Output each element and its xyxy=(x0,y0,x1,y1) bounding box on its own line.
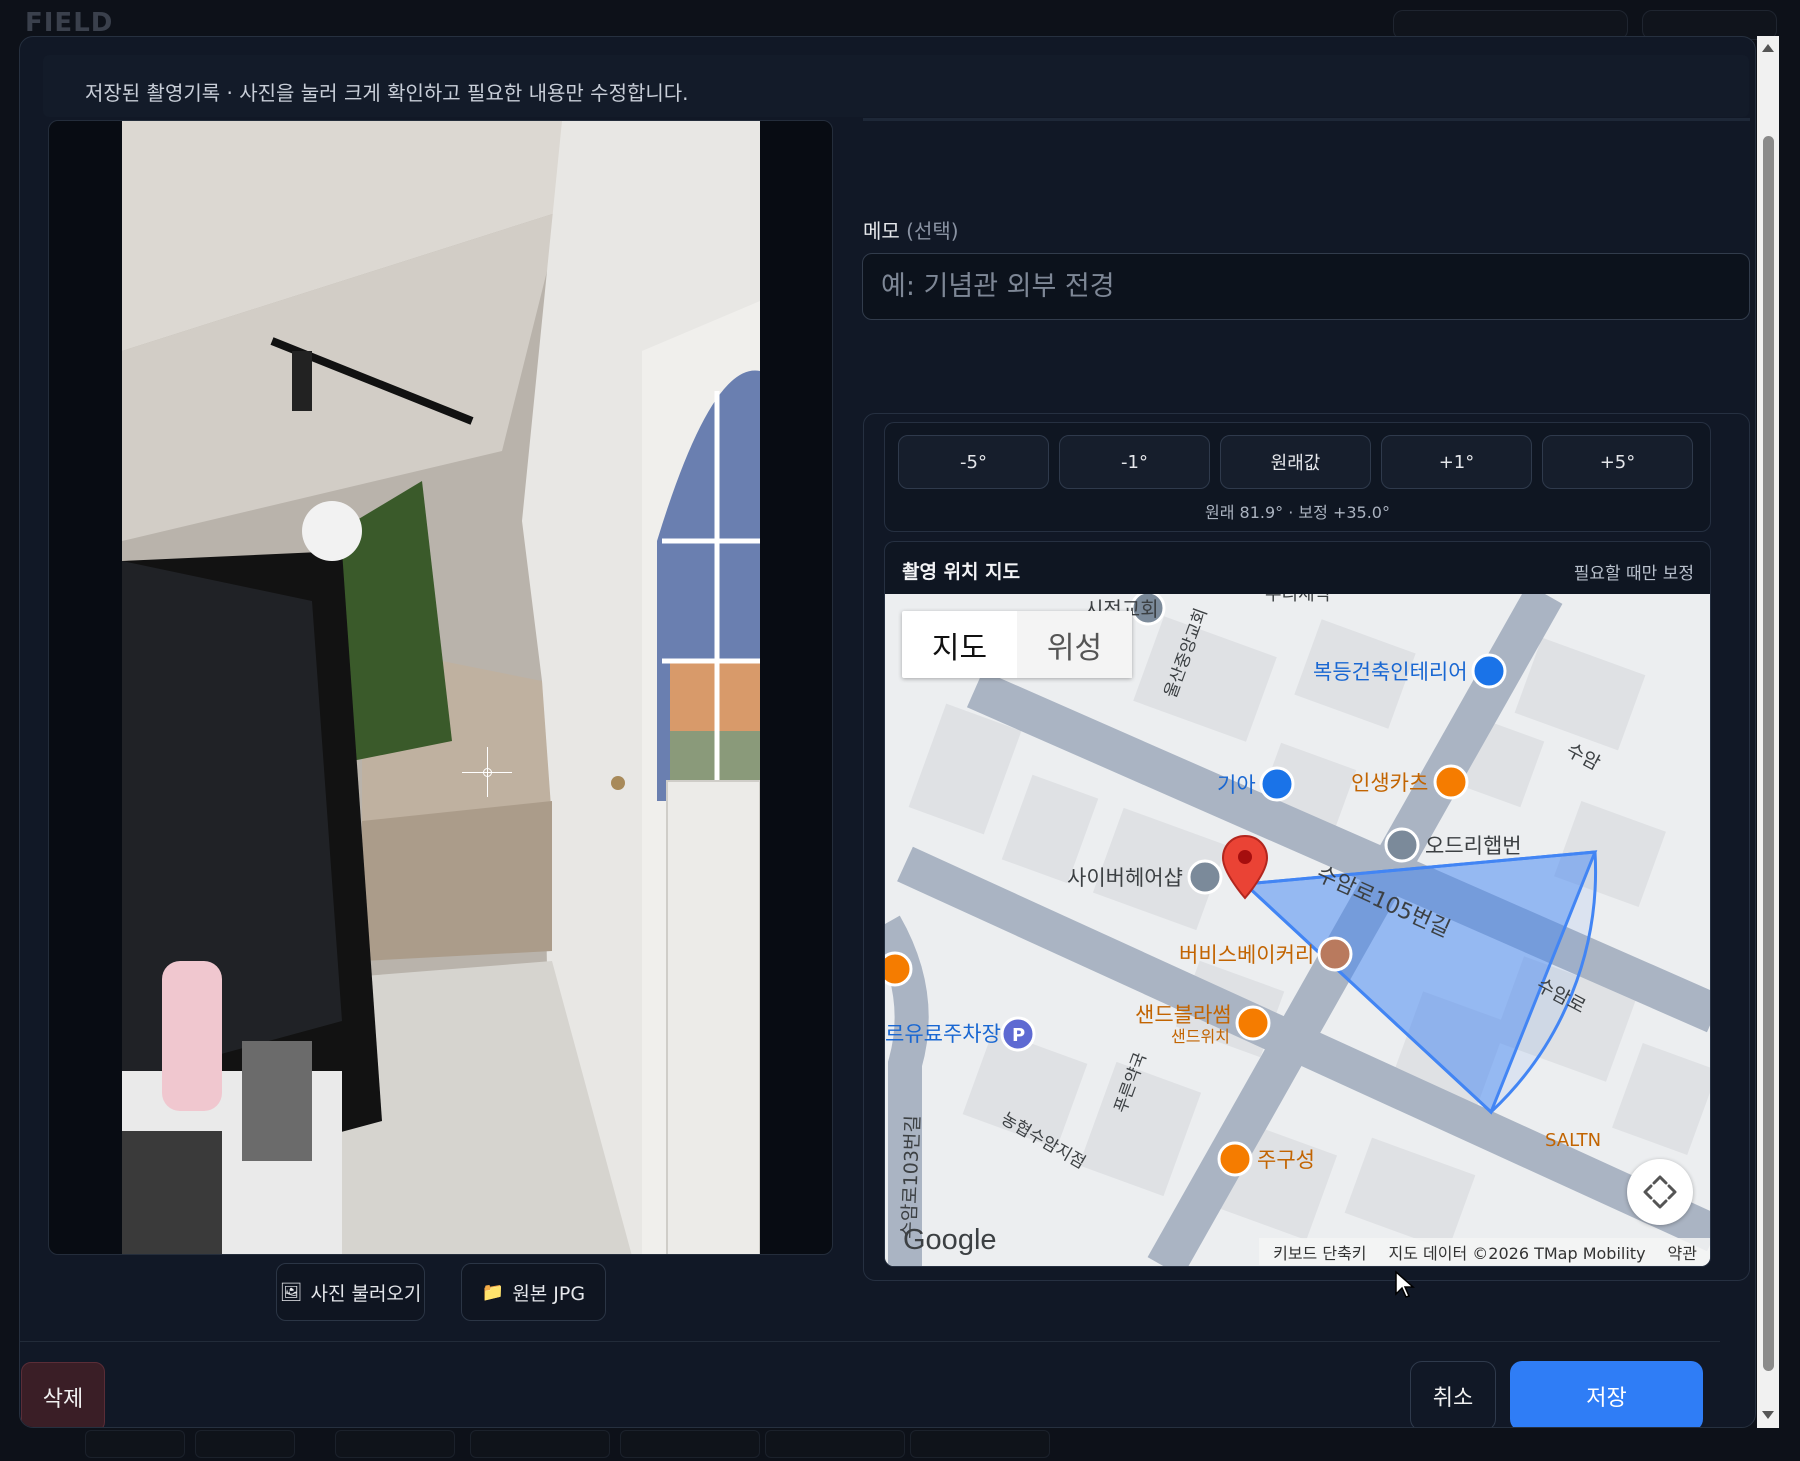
fullscreen-icon xyxy=(1643,1175,1677,1209)
map-tab-satellite[interactable]: 위성 xyxy=(1017,611,1132,678)
folder-icon: 📁 xyxy=(481,1281,505,1303)
memo-label-text: 메모 xyxy=(863,219,900,243)
map-label-bakery: 버비스베이커리 xyxy=(1179,943,1314,967)
map-data-text: 지도 데이터 ©2026 TMap Mobility xyxy=(1388,1243,1646,1263)
background-footer-item xyxy=(85,1430,185,1458)
background-footer-item xyxy=(335,1430,455,1458)
map-graphics[interactable]: 시전교회 복등건축인테리어 기아 인생카츠 오드리햅번 사이버헤어샵 버비스베이… xyxy=(885,594,1711,1267)
memo-input[interactable] xyxy=(862,253,1750,320)
heading-minus-1-button[interactable]: -1° xyxy=(1059,435,1210,489)
google-logo: Google xyxy=(903,1224,997,1256)
heading-reset-button[interactable]: 원래값 xyxy=(1220,435,1371,489)
scrollbar-thumb[interactable] xyxy=(1763,136,1774,1371)
map-label-hair: 사이버헤어샵 xyxy=(1067,866,1183,890)
save-button[interactable]: 저장 xyxy=(1510,1361,1703,1427)
map-label-top-place: 우리세탁 xyxy=(1265,594,1331,605)
map-label-interior: 복등건축인테리어 xyxy=(1313,660,1468,684)
svg-text:P: P xyxy=(1012,1025,1025,1046)
map-canvas[interactable]: 시전교회 복등건축인테리어 기아 인생카츠 오드리햅번 사이버헤어샵 버비스베이… xyxy=(885,594,1711,1267)
load-photo-button[interactable]: 🖼 사진 불러오기 xyxy=(276,1263,425,1321)
map-label-kia: 기아 xyxy=(1217,773,1256,797)
original-jpg-label: 원본 JPG xyxy=(512,1282,586,1305)
picture-icon: 🖼 xyxy=(279,1281,303,1303)
scrollbar[interactable] xyxy=(1757,36,1779,1428)
scroll-down-arrow-icon[interactable] xyxy=(1762,1411,1774,1419)
map-type-tabs: 지도 위성 xyxy=(902,611,1132,678)
heading-adjust-panel: -5° -1° 원래값 +1° +5° 원래 81.9° · 보정 +35.0° xyxy=(884,422,1711,532)
heading-plus-5-button[interactable]: +5° xyxy=(1542,435,1693,489)
memo-label: 메모 (선택) xyxy=(863,215,959,244)
background-footer-item xyxy=(910,1430,1050,1458)
fullscreen-button[interactable] xyxy=(1627,1159,1693,1225)
map-label-parking: 르유료주차장 xyxy=(885,1022,1001,1046)
map-label-cars: 인생카츠 xyxy=(1351,771,1428,795)
map-panel: 촬영 위치 지도 필요할 때만 보정 시전교회 복등건축인테리어 기아 인생카츠… xyxy=(884,541,1711,1267)
background-footer-item xyxy=(620,1430,760,1458)
delete-button[interactable]: 삭제 xyxy=(21,1362,105,1427)
map-label-sandwich2: 샌드위치 xyxy=(1171,1027,1230,1046)
focus-crosshair-center xyxy=(483,768,492,777)
original-jpg-button[interactable]: 📁 원본 JPG xyxy=(461,1263,606,1321)
map-label-sandwich1: 샌드블라썸 xyxy=(1135,1003,1232,1027)
heading-plus-1-button[interactable]: +1° xyxy=(1381,435,1532,489)
edit-record-modal: 저장된 촬영기록 · 사진을 눌러 크게 확인하고 필요한 내용만 수정합니다. xyxy=(19,36,1756,1428)
map-attribution: 키보드 단축키 지도 데이터 ©2026 TMap Mobility 약관 xyxy=(1259,1238,1710,1265)
location-card: -5° -1° 원래값 +1° +5° 원래 81.9° · 보정 +35.0°… xyxy=(863,413,1750,1281)
mouse-cursor-icon xyxy=(1395,1270,1415,1298)
heading-note: 원래 81.9° · 보정 +35.0° xyxy=(1205,503,1390,522)
photo-image[interactable] xyxy=(122,121,760,1255)
memo-optional-text: (선택) xyxy=(906,219,959,243)
map-label-bottom-right: SALTN xyxy=(1545,1130,1601,1151)
keyboard-shortcuts-link[interactable]: 키보드 단축키 xyxy=(1273,1240,1366,1264)
photo-preview[interactable] xyxy=(48,120,833,1255)
map-title: 촬영 위치 지도 xyxy=(902,561,1021,583)
map-header: 촬영 위치 지도 필요할 때만 보정 xyxy=(885,542,1710,594)
terms-link[interactable]: 약관 xyxy=(1668,1240,1697,1264)
map-subtitle: 필요할 때만 보정 xyxy=(1573,564,1694,584)
cancel-button[interactable]: 취소 xyxy=(1410,1361,1496,1427)
scroll-up-arrow-icon[interactable] xyxy=(1762,44,1774,52)
map-label-bottom-place: 주구성 xyxy=(1257,1148,1315,1172)
modal-hint: 저장된 촬영기록 · 사진을 눌러 크게 확인하고 필요한 내용만 수정합니다. xyxy=(43,55,1749,117)
map-label-audi: 오드리햅번 xyxy=(1425,834,1522,858)
section-divider xyxy=(863,118,1750,121)
heading-minus-5-button[interactable]: -5° xyxy=(898,435,1049,489)
background-footer-item xyxy=(470,1430,610,1458)
map-tab-map[interactable]: 지도 xyxy=(902,611,1017,678)
background-footer-item xyxy=(765,1430,905,1458)
footer-divider xyxy=(20,1341,1720,1342)
map-label-road-left: 수암로103번길 xyxy=(898,1115,924,1239)
background-footer-item xyxy=(195,1430,295,1458)
load-photo-label: 사진 불러오기 xyxy=(310,1282,422,1305)
app-title: FIELD xyxy=(25,8,114,38)
